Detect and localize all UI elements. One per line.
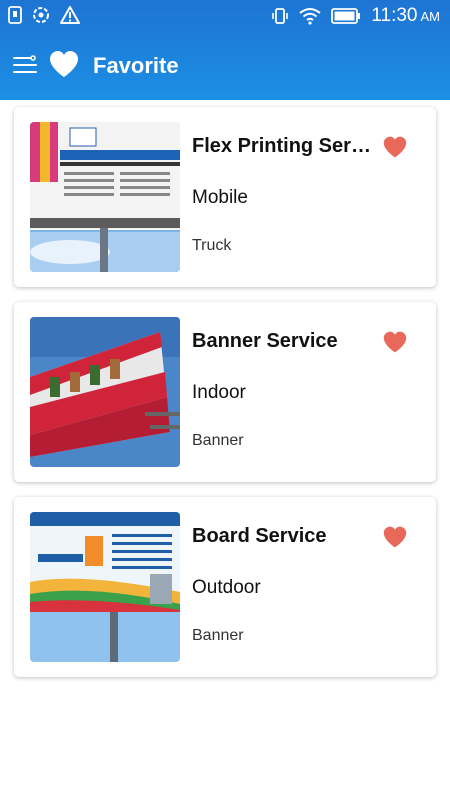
sim-icon: [8, 6, 22, 24]
card-title: Board Service: [192, 525, 327, 547]
card-image: [30, 317, 180, 467]
card-tag: Banner: [192, 627, 244, 644]
page-title: Favorite: [93, 53, 179, 78]
wifi-icon: [299, 8, 321, 25]
card-title: Flex Printing Serv...: [192, 135, 372, 157]
status-bar: 11:30 AM: [0, 0, 450, 33]
card-tag: Banner: [192, 432, 244, 449]
card-image: [30, 122, 180, 272]
favorite-card[interactable]: Board Service Outdoor Banner: [14, 497, 436, 677]
battery-icon: [331, 8, 361, 24]
card-image: [30, 512, 180, 662]
warning-icon: [60, 6, 80, 24]
status-time: 11:30 AM: [371, 5, 440, 26]
app-bar: 11:30 AM Favorite: [0, 0, 450, 100]
favorite-heart-icon[interactable]: [382, 330, 408, 354]
card-category: Outdoor: [192, 577, 261, 598]
vibrate-icon: [272, 8, 289, 24]
menu-icon[interactable]: [12, 54, 38, 76]
favorite-heart-icon[interactable]: [382, 525, 408, 549]
card-category: Mobile: [192, 187, 248, 208]
toolbar: Favorite: [0, 38, 450, 94]
favorite-heart-icon[interactable]: [382, 135, 408, 159]
sync-icon: [33, 7, 49, 23]
favorite-card[interactable]: Flex Printing Serv... Mobile Truck: [14, 107, 436, 287]
card-category: Indoor: [192, 382, 246, 403]
card-title: Banner Service: [192, 330, 338, 352]
heart-icon: [50, 51, 78, 77]
card-tag: Truck: [192, 237, 232, 254]
favorite-card[interactable]: Banner Service Indoor Banner: [14, 302, 436, 482]
